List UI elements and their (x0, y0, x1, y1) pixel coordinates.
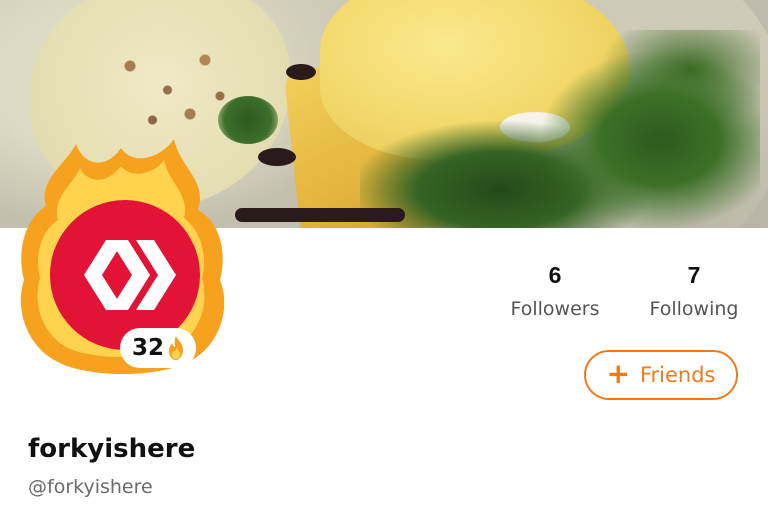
following-stat[interactable]: 7 Following (642, 262, 746, 320)
username-handle: @forkyishere (28, 476, 153, 498)
fire-icon (169, 336, 184, 360)
display-name: forkyishere (28, 434, 196, 464)
following-count: 7 (687, 262, 701, 288)
followers-count: 6 (548, 262, 562, 288)
friends-button-label: Friends (639, 363, 716, 387)
add-friends-button[interactable]: + Friends (584, 350, 738, 400)
streak-badge: 32 (120, 328, 197, 368)
plus-icon: + (606, 357, 630, 390)
followers-stat[interactable]: 6 Followers (500, 262, 610, 320)
following-label: Following (649, 298, 739, 320)
streak-count: 32 (132, 335, 165, 361)
followers-label: Followers (510, 298, 600, 320)
